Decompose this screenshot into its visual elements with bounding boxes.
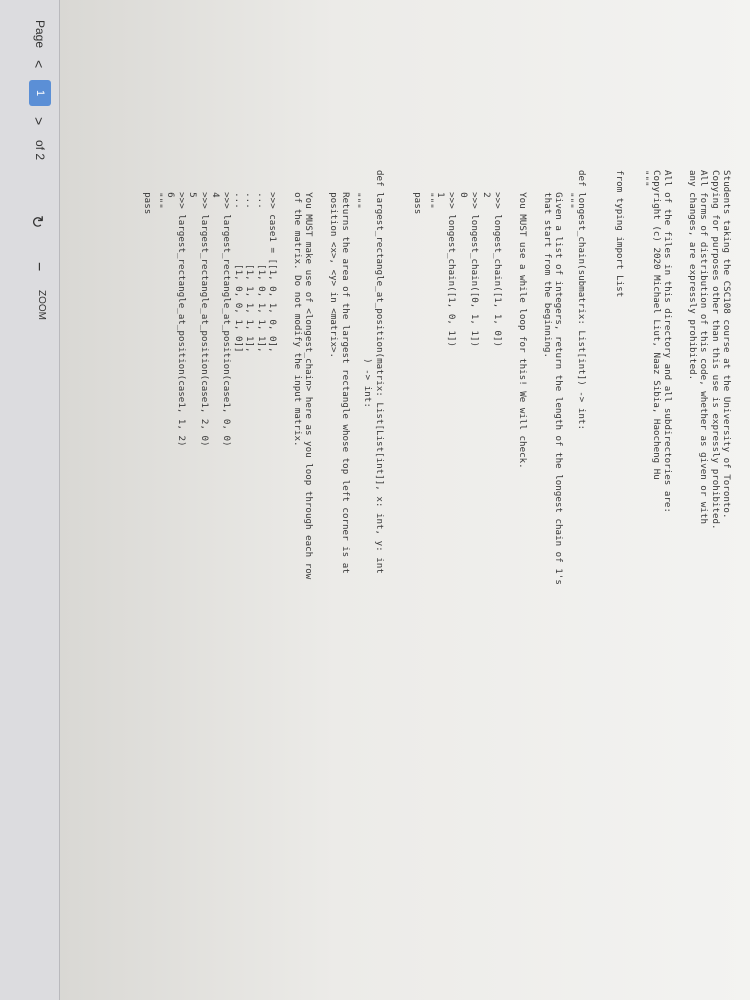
code-line: >>> largest_rectangle_at_position(case1,… bbox=[221, 170, 233, 447]
code-line: 4 bbox=[210, 170, 222, 198]
zoom-out-button[interactable]: − bbox=[29, 262, 47, 271]
code-line: """ bbox=[153, 170, 165, 209]
rotate-icon[interactable]: ↻ bbox=[27, 215, 47, 228]
code-line: def largest_rectangle_at_position(matrix… bbox=[373, 170, 385, 574]
code-line: >>> case1 = [[1, 0, 1, 0, 0], bbox=[267, 170, 279, 353]
code-line: ... [1, 1, 1, 1, 1], bbox=[244, 170, 256, 353]
code-line: All of the files in this directory and a… bbox=[661, 170, 673, 513]
code-line: position <x>, <y> in <matrix>. bbox=[328, 170, 340, 359]
code-line: """ bbox=[351, 170, 363, 209]
pdf-viewer-toolbar: Page < 1 > of 2 ↻ − ZOOM bbox=[0, 0, 60, 1000]
code-line: You MUST make use of <longest_chain> her… bbox=[303, 170, 315, 580]
code-line: >>> longest_chain([1, 0, 1]) bbox=[446, 170, 458, 348]
code-line: All forms of distribution of this code, … bbox=[698, 170, 710, 525]
next-page-button[interactable]: > bbox=[31, 117, 47, 125]
code-line: """ bbox=[639, 170, 651, 187]
code-line: Students taking the CSC108 course at the… bbox=[721, 170, 732, 519]
code-line: Copyright (c) 2020 Michael Liut, Naaz Si… bbox=[650, 170, 662, 480]
code-line: 1 bbox=[434, 170, 446, 198]
code-line: Given a list of integers, return the len… bbox=[553, 170, 565, 585]
code-line: from typing import List bbox=[614, 170, 626, 298]
code-line: 0 bbox=[457, 170, 469, 198]
code-line: ... [1, 0, 1, 1, 1], bbox=[255, 170, 267, 353]
code-line: any changes, are expressly prohibited. bbox=[686, 170, 698, 381]
document-page: Students taking the CSC108 course at the… bbox=[60, 0, 750, 1000]
code-line: 6 bbox=[164, 170, 176, 198]
rotated-photo: Students taking the CSC108 course at the… bbox=[0, 0, 750, 1000]
code-line: """ bbox=[564, 170, 576, 209]
code-listing: Students taking the CSC108 course at the… bbox=[141, 170, 732, 990]
previous-page-button[interactable]: < bbox=[31, 60, 47, 68]
code-line: Copying for purposes other than this use… bbox=[709, 170, 721, 530]
code-line: that start from the beginning. bbox=[541, 170, 553, 359]
code-line: of the matrix. Do not modify the input m… bbox=[291, 170, 303, 447]
code-line: >>> largest_rectangle_at_position(case1,… bbox=[175, 170, 187, 447]
code-line: ... [1, 0, 0, 1, 0]] bbox=[232, 170, 244, 353]
zoom-label: ZOOM bbox=[36, 290, 47, 320]
code-line: 5 bbox=[187, 170, 199, 198]
code-line: ) -> int: bbox=[362, 170, 374, 408]
code-line: >>> largest_rectangle_at_position(case1,… bbox=[198, 170, 210, 447]
code-line: You MUST use a while loop for this! We w… bbox=[516, 170, 528, 469]
page-count: of 2 bbox=[33, 140, 47, 161]
code-line: Returns the area of the largest rectangl… bbox=[339, 170, 351, 574]
code-line: pass bbox=[412, 170, 424, 215]
code-line: >>> longest_chain([1, 1, 0]) bbox=[491, 170, 503, 348]
code-line: >>> longest_chain([0, 1, 1]) bbox=[469, 170, 481, 348]
code-line: 2 bbox=[480, 170, 492, 198]
code-line: def longest_chain(submatrix: List[int]) … bbox=[575, 170, 587, 430]
code-line: pass bbox=[141, 170, 153, 215]
page-label: Page bbox=[33, 20, 47, 49]
code-line: """ bbox=[423, 170, 435, 209]
page-number-input[interactable]: 1 bbox=[29, 80, 51, 106]
